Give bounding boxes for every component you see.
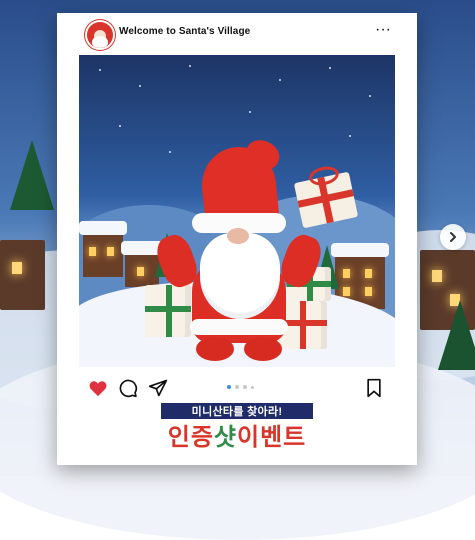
mini-santa-figure xyxy=(152,135,359,361)
carousel-dot-active xyxy=(227,385,231,389)
event-headline: 인증샷이벤트 xyxy=(57,421,417,455)
post-actions xyxy=(57,373,417,403)
paper-plane-icon[interactable] xyxy=(147,377,169,399)
carousel-dot xyxy=(235,385,239,389)
event-banner: 미니산타를 찾아라! xyxy=(161,403,313,419)
chevron-right-icon[interactable] xyxy=(440,224,466,250)
bookmark-icon[interactable] xyxy=(363,377,385,399)
carousel-dot xyxy=(251,385,254,389)
comment-icon[interactable] xyxy=(117,377,139,399)
post-image[interactable] xyxy=(79,55,395,367)
headline-part-3: 이벤트 xyxy=(237,424,307,451)
post-card: Welcome to Santa's Village ··· 미니산타를 찾아라… xyxy=(57,13,417,465)
carousel-dot xyxy=(243,385,247,389)
account-name[interactable]: Welcome to Santa's Village xyxy=(119,26,250,37)
heart-icon[interactable] xyxy=(87,377,109,399)
santa-avatar[interactable] xyxy=(85,20,115,50)
headline-part-2: 샷 xyxy=(213,424,237,451)
post-header: Welcome to Santa's Village ··· xyxy=(57,13,417,55)
carousel-indicator xyxy=(227,385,254,389)
more-dots-icon[interactable]: ··· xyxy=(375,20,391,40)
headline-part-1: 인증 xyxy=(167,424,214,451)
